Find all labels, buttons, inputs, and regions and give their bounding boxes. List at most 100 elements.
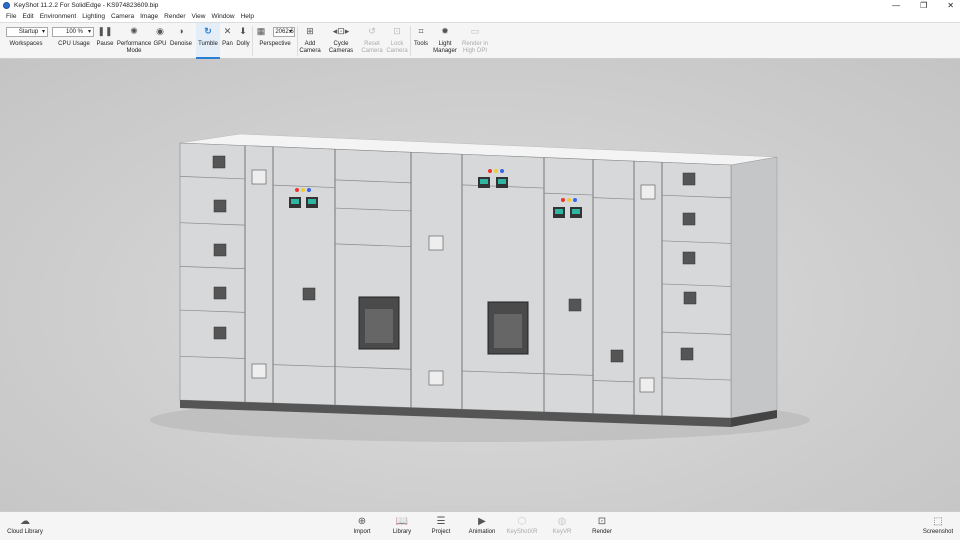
focal-length-input[interactable]: 2062.6 [273, 27, 295, 37]
workspaces-label: Workspaces [9, 41, 43, 47]
menu-environment[interactable]: Environment [37, 13, 80, 20]
door-handle [683, 291, 697, 305]
tumble-icon: ↻ [204, 25, 212, 36]
menu-file[interactable]: File [3, 13, 19, 20]
bottom-bar: ☁ Cloud Library ⊕ Import 📖 Library ☰ Project… [0, 511, 960, 540]
indicator-light [567, 198, 571, 202]
project-button[interactable]: ☰ Project [421, 514, 461, 535]
library-icon: 📖 [395, 516, 409, 527]
render-button[interactable]: ⊡ Render [582, 514, 622, 535]
perspective-icon: ▦ [256, 25, 266, 36]
light-manager-icon: ✹ [441, 25, 449, 36]
vent-grille [251, 169, 267, 185]
workspaces-select[interactable]: Startup [6, 27, 48, 37]
door-handle [213, 326, 227, 340]
indicator-light [573, 198, 577, 202]
meter-display [555, 209, 563, 214]
menu-render[interactable]: Render [161, 13, 188, 20]
switchgear-model [150, 133, 810, 442]
import-icon: ⊕ [357, 516, 367, 527]
vent-grille [640, 184, 656, 200]
door-handle [302, 287, 316, 301]
menu-lighting[interactable]: Lighting [79, 13, 108, 20]
perspective-label: Perspective [259, 41, 291, 47]
door-handle [610, 349, 624, 363]
meter-display [498, 179, 506, 184]
door-handle [682, 172, 696, 186]
reset-camera-icon: ↺ [368, 25, 376, 36]
animation-button[interactable]: ▶ Animation [462, 514, 502, 535]
pan-icon: ✕ [223, 25, 232, 36]
indicator-light [494, 169, 498, 173]
menu-window[interactable]: Window [208, 13, 237, 20]
cpu-usage-select[interactable]: 100 % [52, 27, 94, 37]
menu-view[interactable]: View [189, 13, 209, 20]
indicator-light [561, 198, 565, 202]
cabinet-side [730, 156, 778, 419]
keyshotxr-button[interactable]: ⬡ KeyShotXR [502, 514, 542, 535]
minimize-button[interactable]: — [892, 0, 900, 11]
menu-camera[interactable]: Camera [108, 13, 137, 20]
performance-mode-button[interactable]: ✺ Performance Mode [115, 23, 153, 59]
indicator-light [500, 169, 504, 173]
keyvr-button[interactable]: ◍ KeyVR [542, 514, 582, 535]
keyshotxr-icon: ⬡ [517, 516, 527, 527]
door-handle [680, 347, 694, 361]
animation-icon: ▶ [478, 516, 486, 527]
import-button[interactable]: ⊕ Import [342, 514, 382, 535]
light-manager-button[interactable]: ✹ Light Manager [431, 23, 459, 59]
separator [252, 26, 253, 56]
door-handle [568, 298, 582, 312]
reset-camera-button[interactable]: ↺ Reset Camera [360, 23, 384, 59]
render-icon: ⊡ [597, 516, 607, 527]
meter-display [572, 209, 580, 214]
render-viewport[interactable] [0, 59, 960, 511]
menu-image[interactable]: Image [137, 13, 161, 20]
door-handle [682, 212, 696, 226]
gpu-button[interactable]: ◉ GPU [152, 23, 168, 59]
close-button[interactable]: ✕ [947, 0, 954, 11]
cpu-usage-label: CPU Usage [58, 41, 90, 47]
render-high-dpi-button[interactable]: ▭ Render in High DPI [460, 23, 490, 59]
monitor-icon: ▭ [470, 25, 480, 36]
denoise-button[interactable]: ◑ Denoise [168, 23, 194, 59]
separator [410, 26, 411, 56]
indicator-light [301, 188, 305, 192]
library-button[interactable]: 📖 Library [382, 514, 422, 535]
breaker-face [494, 314, 522, 348]
gpu-icon: ◉ [156, 25, 164, 36]
add-camera-icon: ⊞ [306, 25, 314, 36]
door-handle [213, 243, 227, 257]
pan-button[interactable]: ✕ Pan [220, 23, 235, 59]
cycle-cameras-button[interactable]: ◂⊡▸ Cycle Cameras [326, 23, 356, 59]
denoise-icon: ◑ [178, 25, 184, 36]
tumble-button[interactable]: ↻ Tumble [196, 23, 220, 59]
dolly-button[interactable]: ⬇ Dolly [235, 23, 251, 59]
pause-button[interactable]: ❚❚ Pause [95, 23, 115, 59]
breaker-face [365, 309, 393, 343]
cycle-cameras-icon: ◂⊡▸ [332, 25, 350, 36]
door-handle [213, 199, 227, 213]
window-title: KeyShot 11.2.2 For SolidEdge - KS9748236… [14, 2, 159, 9]
vent-grille [251, 363, 267, 379]
vent-grille [428, 370, 444, 386]
lock-camera-icon: ⊡ [393, 25, 401, 36]
door-handle [213, 286, 227, 300]
menu-edit[interactable]: Edit [19, 13, 36, 20]
title-bar: KeyShot 11.2.2 For SolidEdge - KS9748236… [0, 0, 960, 11]
performance-icon: ✺ [130, 25, 138, 36]
cloud-icon: ☁ [20, 516, 30, 527]
restore-button[interactable]: ❐ [920, 0, 927, 11]
lock-camera-button[interactable]: ⊡ Lock Camera [385, 23, 409, 59]
vent-grille [428, 235, 444, 251]
tools-icon: ⌗ [418, 25, 424, 36]
indicator-light [307, 188, 311, 192]
add-camera-button[interactable]: ⊞ Add Camera [298, 23, 322, 59]
tools-button[interactable]: ⌗ Tools [412, 23, 430, 59]
screenshot-icon: ⬚ [933, 516, 943, 527]
menu-help[interactable]: Help [238, 13, 257, 20]
screenshot-button[interactable]: ⬚ Screenshot [918, 514, 958, 535]
pause-icon: ❚❚ [97, 25, 113, 36]
cloud-library-button[interactable]: ☁ Cloud Library [5, 514, 45, 535]
vent-grille [639, 377, 655, 393]
